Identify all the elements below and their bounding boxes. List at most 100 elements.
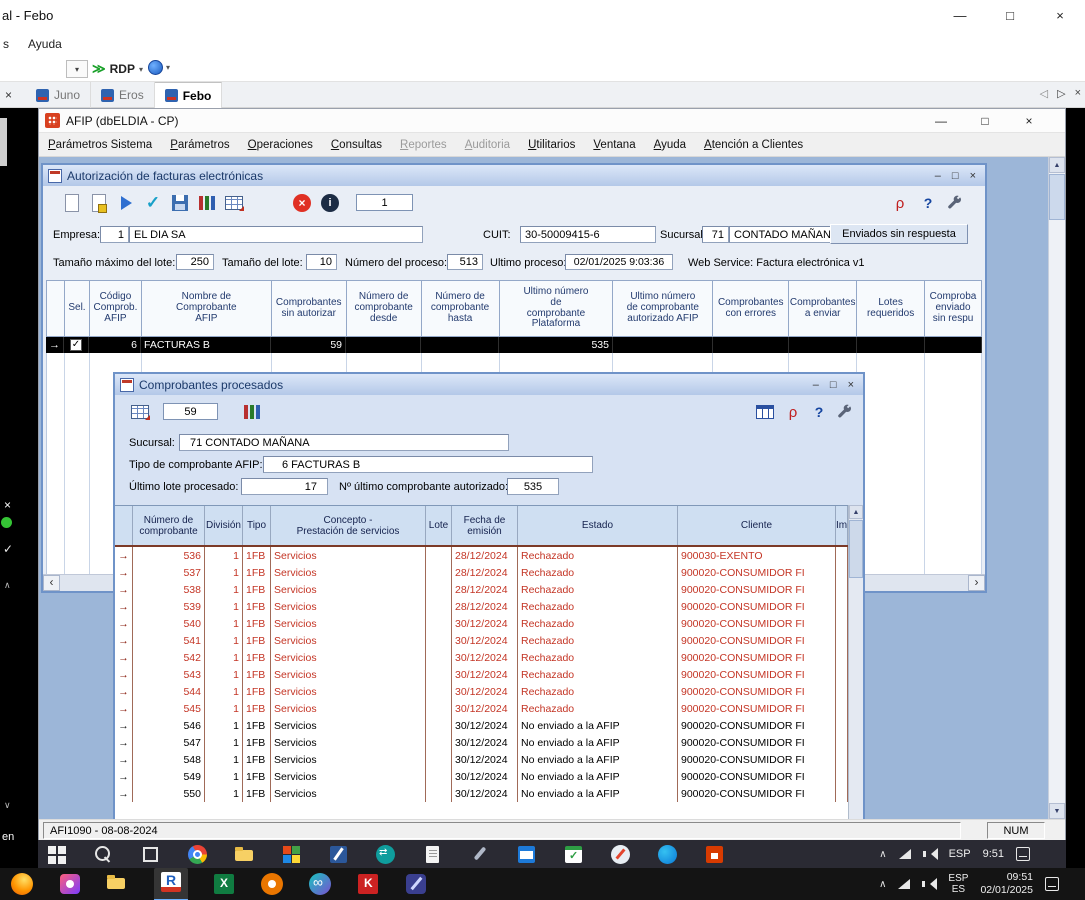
- header-hasta[interactable]: Número de comprobante hasta: [422, 281, 500, 337]
- empresa-number-field[interactable]: 1: [100, 226, 129, 243]
- properties-icon[interactable]: [88, 192, 110, 214]
- chrome-icon[interactable]: [187, 844, 208, 865]
- process-count-field[interactable]: 1: [356, 194, 413, 211]
- excel-icon[interactable]: [212, 872, 236, 896]
- tamano-maximo-field[interactable]: 250: [176, 254, 214, 270]
- office-icon[interactable]: [281, 844, 302, 865]
- comprobante-row-543[interactable]: →54311FBServicios30/12/2024Rechazado9000…: [115, 666, 848, 683]
- header-cliente[interactable]: Cliente: [678, 506, 836, 545]
- header-con-errores[interactable]: Comprobantes con errores: [713, 281, 789, 337]
- background-scrollbar-thumb[interactable]: [0, 118, 7, 166]
- stylus-icon[interactable]: [404, 872, 428, 896]
- export-grid-icon[interactable]: [223, 192, 245, 214]
- mdi-vertical-scrollbar[interactable]: ▲ ▼: [1048, 157, 1065, 819]
- tamano-lote-field[interactable]: 10: [306, 254, 337, 270]
- volume-icon[interactable]: [922, 878, 936, 890]
- tab-scroll-right-icon[interactable]: ▷: [1057, 87, 1065, 100]
- comprobante-row-542[interactable]: →54211FBServicios30/12/2024Rechazado9000…: [115, 649, 848, 666]
- header-fecha[interactable]: Fecha de emisión: [452, 506, 518, 545]
- edge-icon[interactable]: [657, 844, 678, 865]
- header-nombre[interactable]: Nombre de Comprobante AFIP: [142, 281, 272, 337]
- new-document-icon[interactable]: [61, 192, 83, 214]
- scroll-up-icon[interactable]: ▲: [1049, 157, 1065, 173]
- comprobante-row-545[interactable]: →54511FBServicios30/12/2024Rechazado9000…: [115, 700, 848, 717]
- close-button[interactable]: ×: [1007, 114, 1051, 128]
- header-lotes[interactable]: Lotes requeridos: [857, 281, 925, 337]
- minimize-button[interactable]: —: [919, 114, 963, 128]
- table-view-icon[interactable]: [754, 401, 776, 423]
- header-numero[interactable]: Número de comprobante: [133, 506, 205, 545]
- sel-checkbox[interactable]: ✓: [70, 339, 82, 351]
- restore-button[interactable]: □: [963, 114, 1007, 128]
- comprobante-row-547[interactable]: →54711FBServicios30/12/2024No enviado a …: [115, 734, 848, 751]
- design-app-icon[interactable]: [58, 872, 82, 896]
- active-app-highlight[interactable]: [154, 868, 188, 900]
- remote-desktop-icon[interactable]: [159, 870, 183, 894]
- header-estado[interactable]: Estado: [518, 506, 678, 545]
- selected-comprobante-row[interactable]: → ✓ 6 FACTURAS B 59 535: [46, 337, 982, 353]
- notepad-icon[interactable]: [422, 844, 443, 865]
- maximize-button[interactable]: □: [985, 0, 1035, 30]
- mail-icon[interactable]: [516, 844, 537, 865]
- scroll-left-icon[interactable]: ‹: [43, 575, 60, 591]
- chevron-down-icon[interactable]: ∨: [4, 800, 11, 811]
- scroll-right-icon[interactable]: ›: [968, 575, 985, 591]
- menu-item-consultas[interactable]: Consultas: [331, 139, 382, 151]
- save-icon[interactable]: [169, 192, 191, 214]
- header-a-enviar[interactable]: Comprobantes a enviar: [789, 281, 857, 337]
- menu-item-utilitarios[interactable]: Utilitarios: [528, 139, 575, 151]
- header-autorizado[interactable]: Ultimo número de comprobante autorizado …: [613, 281, 713, 337]
- tools-icon[interactable]: [944, 192, 966, 214]
- obs-icon[interactable]: [308, 872, 332, 896]
- rho-icon[interactable]: ρ: [889, 192, 911, 214]
- info-icon[interactable]: i: [319, 192, 341, 214]
- comprobante-row-540[interactable]: →54011FBServicios30/12/2024Rechazado9000…: [115, 615, 848, 632]
- report-book-icon[interactable]: [241, 401, 263, 423]
- menu-item-parametros-sistema[interactable]: Parámetros Sistema: [48, 139, 152, 151]
- chevron-up-icon[interactable]: ∧: [879, 849, 886, 860]
- start-icon[interactable]: [46, 844, 67, 865]
- menu-item-ventana[interactable]: Ventana: [593, 139, 635, 151]
- comprobante-row-546[interactable]: →54611FBServicios30/12/2024No enviado a …: [115, 717, 848, 734]
- close-icon[interactable]: ×: [4, 498, 11, 512]
- tab-juno[interactable]: Juno: [26, 82, 91, 108]
- notification-icon[interactable]: [1016, 847, 1030, 861]
- comprobante-row-550[interactable]: →55011FBServicios30/12/2024No enviado a …: [115, 785, 848, 802]
- store-icon[interactable]: [704, 844, 725, 865]
- header-sel[interactable]: Sel.: [65, 281, 90, 337]
- file-explorer-icon[interactable]: [106, 872, 130, 896]
- file-explorer-icon[interactable]: [234, 844, 255, 865]
- comprobante-row-537[interactable]: →53711FBServicios28/12/2024Rechazado9000…: [115, 564, 848, 581]
- tools-icon[interactable]: [834, 401, 856, 423]
- export-grid-icon[interactable]: [129, 401, 151, 423]
- rho-icon[interactable]: ρ: [782, 401, 804, 423]
- run-process-icon[interactable]: [115, 192, 137, 214]
- blender-icon[interactable]: [260, 872, 284, 896]
- header-codigo[interactable]: Código Comprob. AFIP: [90, 281, 142, 337]
- enviados-sin-respuesta-button[interactable]: Enviados sin respuesta: [830, 224, 968, 244]
- scroll-down-icon[interactable]: ▼: [1049, 803, 1065, 819]
- maximize-button[interactable]: □: [830, 379, 837, 391]
- pencil-icon[interactable]: [610, 844, 631, 865]
- sucursal-number-field[interactable]: 71: [702, 226, 729, 243]
- tab-febo[interactable]: Febo: [155, 82, 223, 108]
- numero-proceso-field[interactable]: 513: [447, 254, 483, 270]
- count-field[interactable]: 59: [163, 403, 218, 420]
- task-view-icon[interactable]: [140, 844, 161, 865]
- tab-close-all-icon[interactable]: ×: [1075, 87, 1081, 100]
- notification-icon[interactable]: [1045, 877, 1059, 891]
- header-desde[interactable]: Número de comprobante desde: [347, 281, 422, 337]
- search-icon[interactable]: [93, 844, 114, 865]
- calendar-icon[interactable]: [563, 844, 584, 865]
- globe-button[interactable]: ▾: [148, 60, 170, 75]
- tab-scroll-left-icon[interactable]: ◁: [1040, 87, 1048, 100]
- volume-icon[interactable]: [923, 848, 937, 860]
- close-button[interactable]: ×: [848, 379, 854, 391]
- scrollbar-thumb[interactable]: [849, 520, 863, 578]
- cuit-field[interactable]: 30-50009415-6: [520, 226, 656, 243]
- header-tipo[interactable]: Tipo: [243, 506, 271, 545]
- menu-item-reportes[interactable]: Reportes: [400, 139, 447, 151]
- network-icon[interactable]: [898, 879, 910, 889]
- scroll-up-icon[interactable]: ▲: [849, 505, 863, 519]
- minimize-button[interactable]: –: [813, 379, 819, 391]
